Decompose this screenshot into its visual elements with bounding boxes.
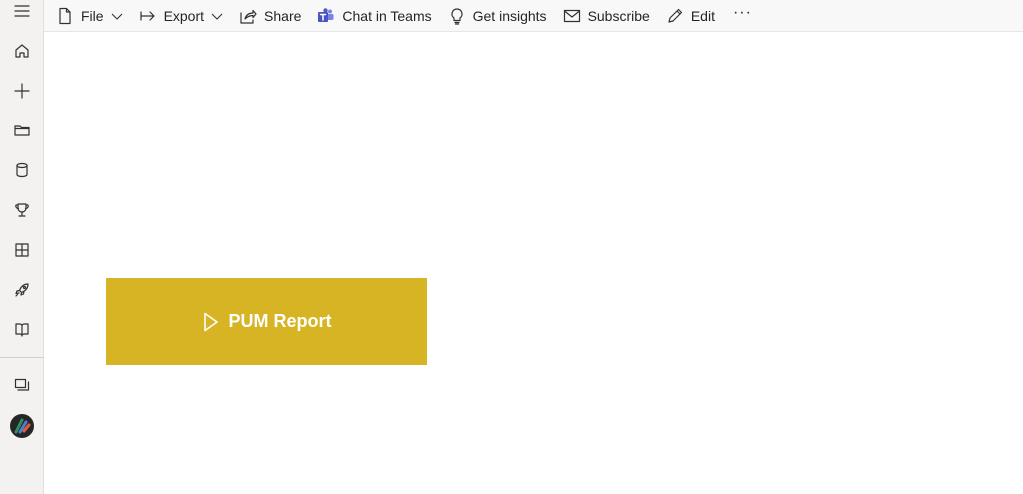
get-insights-button[interactable]: Get insights [444,4,551,28]
plus-icon [14,83,30,99]
nav-data-hub-button[interactable] [0,150,44,190]
home-icon [15,44,29,58]
hamburger-menu-icon [14,5,30,17]
more-options-button[interactable]: ··· [729,1,756,25]
book-icon [15,323,29,337]
teams-icon [317,7,335,25]
nav-current-workspace-button[interactable] [0,406,44,446]
chevron-down-icon [111,10,123,22]
nav-home-button[interactable] [0,31,44,71]
subscribe-label: Subscribe [587,7,650,24]
app-window: File Export Share Chat in Teams Get insi… [0,0,1023,494]
hamburger-menu-button[interactable] [0,0,44,31]
file-icon [56,7,74,25]
play-icon [202,311,220,333]
file-menu-button[interactable]: File [52,4,127,28]
mail-icon [563,7,581,25]
nav-learn-button[interactable] [0,270,44,310]
export-menu-label: Export [163,7,205,24]
report-toolbar: File Export Share Chat in Teams Get insi… [44,0,1023,32]
pencil-icon [666,7,684,25]
edit-label: Edit [690,7,715,24]
pum-report-button[interactable]: PUM Report [106,278,427,365]
rocket-icon [15,283,29,297]
report-canvas: PUM Report [44,32,1023,494]
nav-workspaces-button[interactable] [0,365,44,405]
more-options-icon: ··· [732,3,752,21]
trophy-icon [15,203,29,217]
workspaces-icon [14,378,30,391]
share-button[interactable]: Share [235,4,305,28]
lightbulb-icon [448,7,466,25]
share-label: Share [264,7,302,24]
nav-apps-button[interactable] [0,230,44,270]
nav-create-button[interactable] [0,71,44,111]
apps-icon [15,243,29,257]
chat-in-teams-label: Chat in Teams [342,7,432,24]
export-arrow-icon [139,7,157,25]
nav-goals-button[interactable] [0,190,44,230]
get-insights-label: Get insights [472,7,547,24]
subscribe-button[interactable]: Subscribe [559,4,654,28]
export-menu-button[interactable]: Export [135,4,227,28]
chat-in-teams-button[interactable]: Chat in Teams [313,4,435,28]
nav-book-button[interactable] [0,310,44,350]
database-icon [16,162,28,178]
file-menu-label: File [81,7,104,24]
pum-report-label: PUM Report [228,311,332,331]
nav-browse-button[interactable] [0,110,44,150]
edit-button[interactable]: Edit [662,4,719,28]
workspace-logo-icon [14,418,31,434]
chevron-down-icon [211,10,223,22]
folder-icon [14,125,30,136]
rail-divider [0,357,44,358]
share-icon [239,7,257,25]
workspace-logo [10,414,34,438]
left-nav-rail [0,0,44,494]
